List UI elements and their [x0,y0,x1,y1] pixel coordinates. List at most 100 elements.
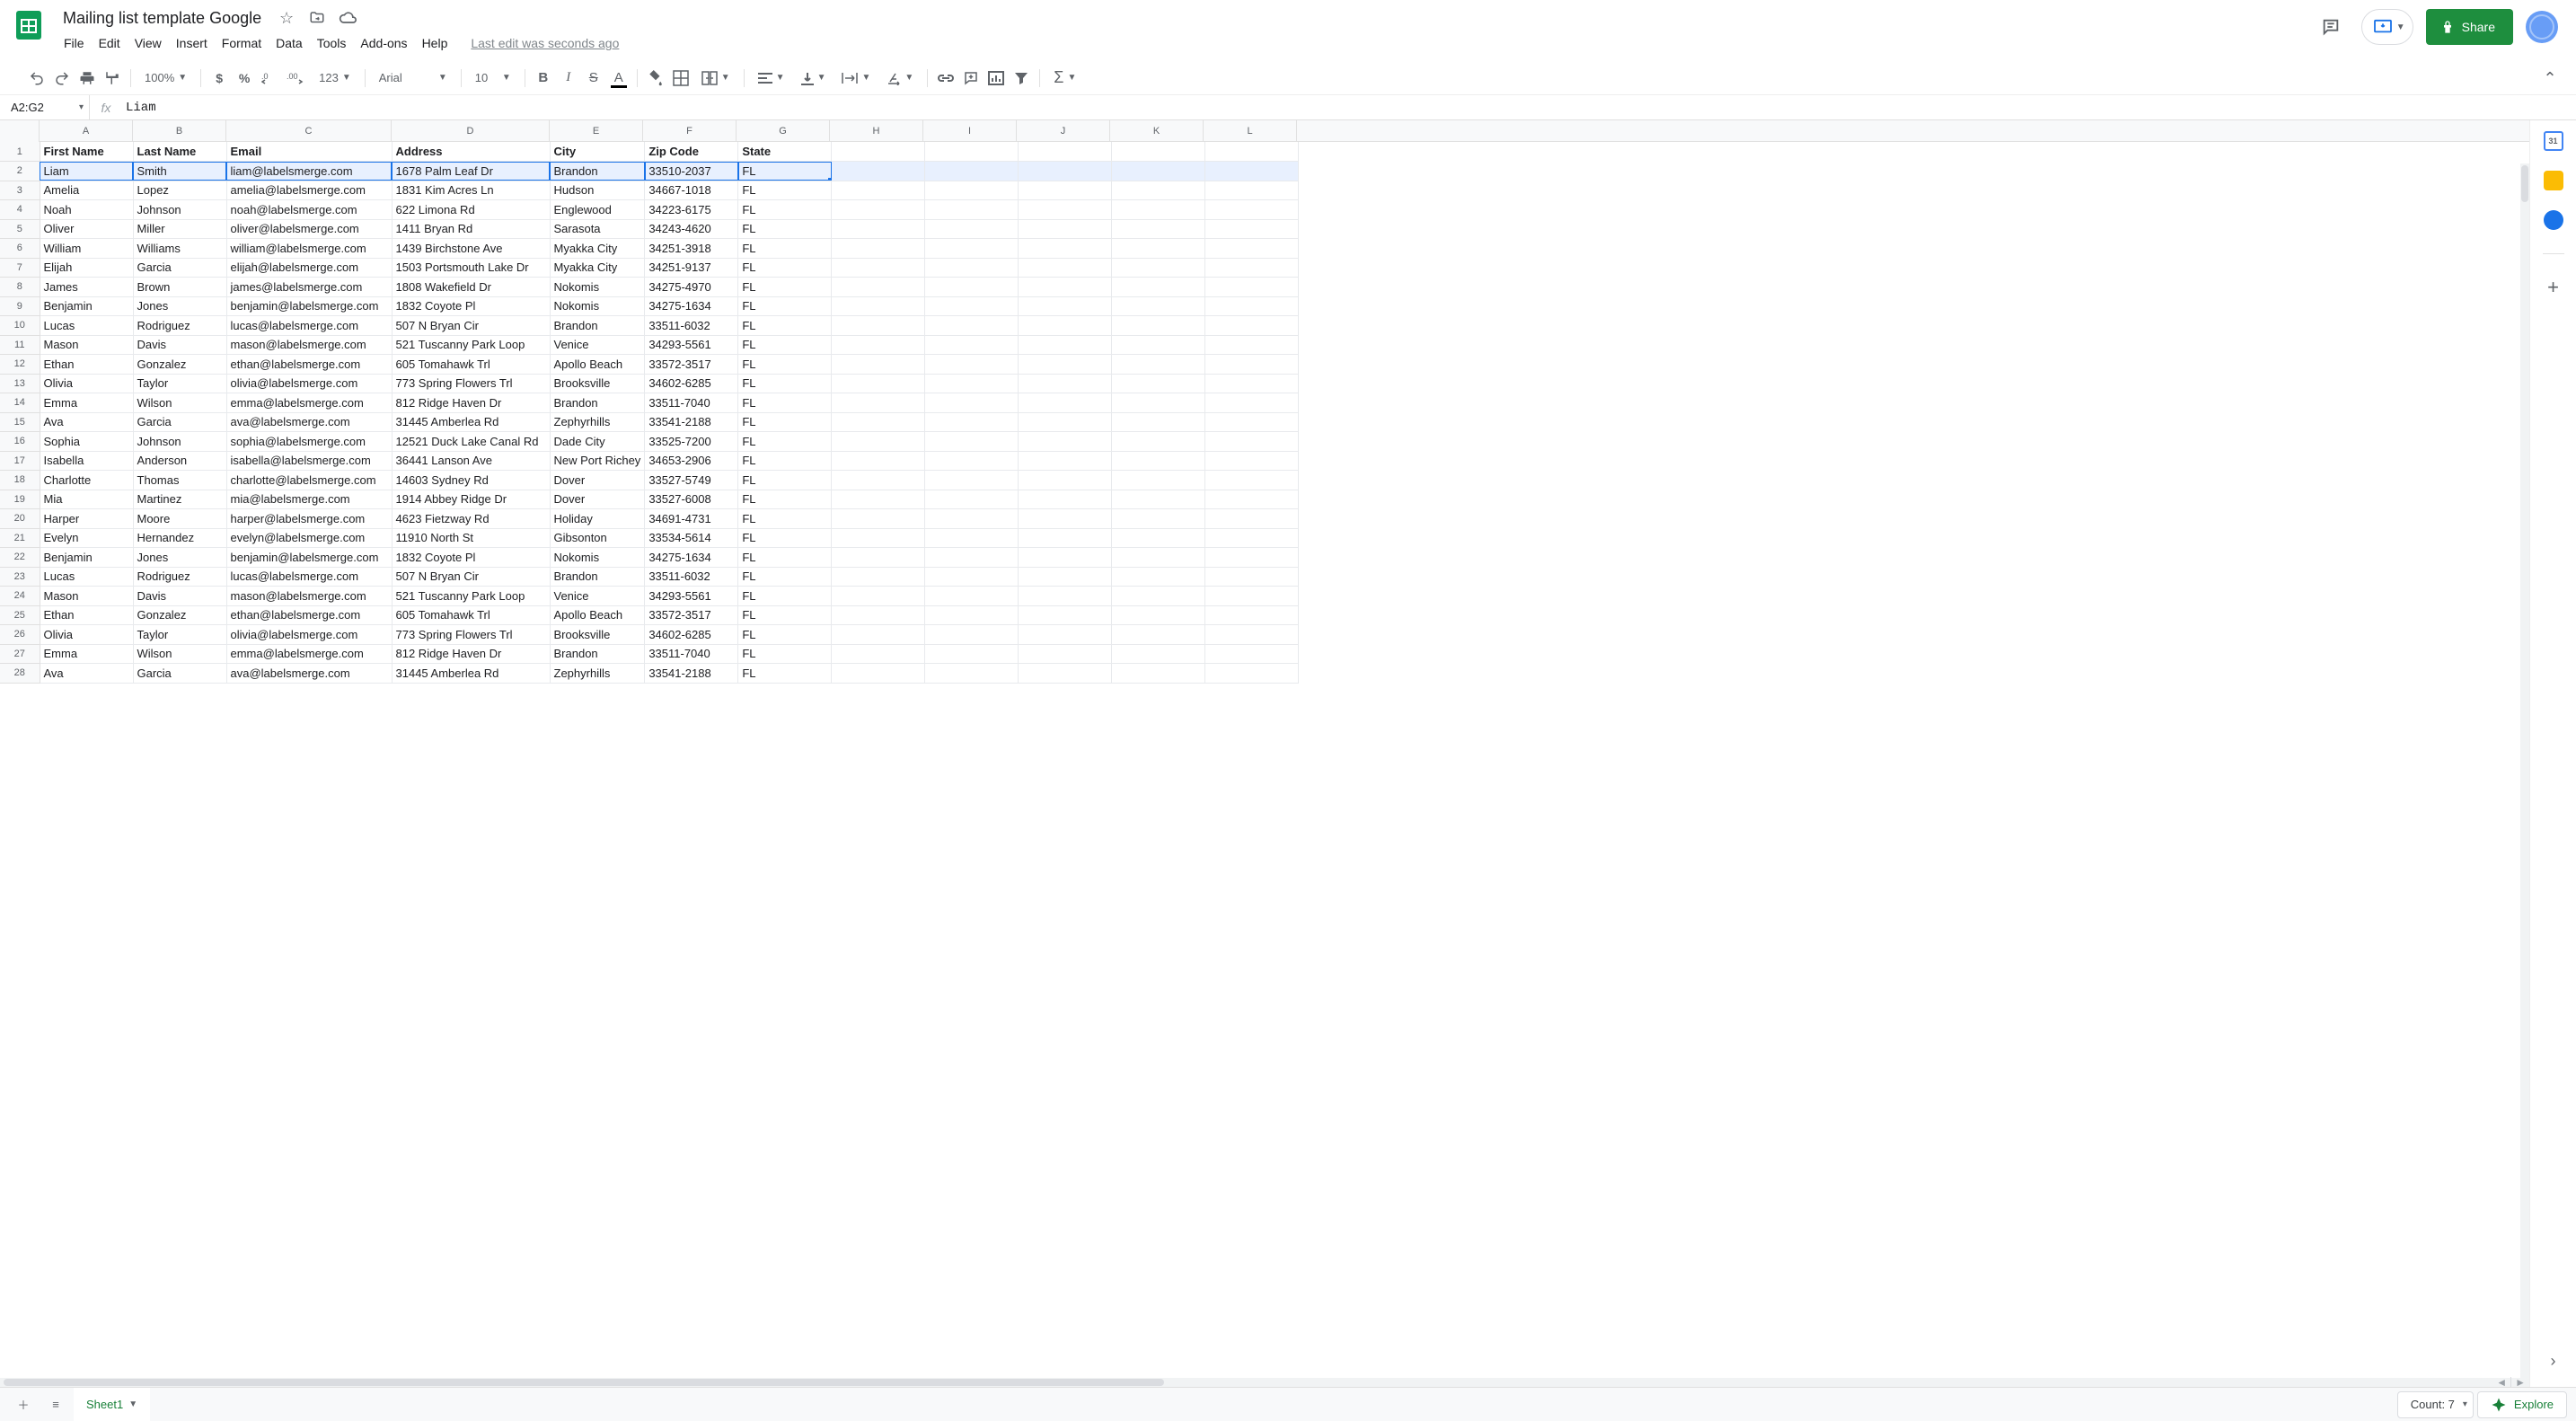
cell[interactable] [832,162,925,181]
row-header[interactable]: 6 [0,239,40,259]
cell[interactable]: Evelyn [40,528,133,548]
cell[interactable]: 1678 Palm Leaf Dr [392,162,550,181]
cell[interactable] [1019,278,1112,297]
cell[interactable]: Hudson [550,181,645,200]
cell[interactable] [1112,432,1205,452]
calendar-addon-icon[interactable] [2544,131,2563,151]
cell[interactable] [1112,471,1205,490]
cell[interactable]: Zip Code [645,142,738,162]
present-button[interactable]: ▼ [2361,9,2413,45]
cell[interactable]: noah@labelsmerge.com [226,200,392,220]
cell[interactable] [1019,587,1112,606]
cell[interactable] [925,258,1019,278]
cell[interactable] [832,548,925,568]
cell[interactable]: Mason [40,587,133,606]
selection-summary[interactable]: Count: 7 [2397,1391,2474,1418]
cell[interactable]: Benjamin [40,296,133,316]
cell[interactable]: Emma [40,644,133,664]
cell[interactable]: Brandon [550,644,645,664]
cell[interactable]: 34275-1634 [645,296,738,316]
create-filter-icon[interactable] [1010,66,1033,90]
cell[interactable] [1205,471,1299,490]
cell[interactable] [925,548,1019,568]
text-color-icon[interactable]: A [607,66,631,90]
cell[interactable]: James [40,278,133,297]
cell[interactable] [925,664,1019,684]
column-header[interactable]: E [550,120,643,141]
cell[interactable]: FL [738,605,832,625]
cell[interactable]: FL [738,471,832,490]
select-all-corner[interactable] [0,120,40,142]
cell[interactable] [832,239,925,259]
cell[interactable]: 11910 North St [392,528,550,548]
cell[interactable]: FL [738,528,832,548]
formula-input[interactable] [122,95,2576,119]
cell[interactable]: Garcia [133,412,226,432]
cell[interactable] [1205,181,1299,200]
cell[interactable]: Isabella [40,451,133,471]
cell[interactable]: 34602-6285 [645,374,738,393]
cell[interactable]: Brandon [550,316,645,336]
cell[interactable]: Ava [40,664,133,684]
cell[interactable]: 4623 Fietzway Rd [392,509,550,529]
cell[interactable]: 521 Tuscanny Park Loop [392,335,550,355]
cell[interactable]: William [40,239,133,259]
cell[interactable]: Apollo Beach [550,605,645,625]
cell[interactable]: 34691-4731 [645,509,738,529]
text-wrap-icon[interactable]: ▼ [834,66,878,90]
cell[interactable]: elijah@labelsmerge.com [226,258,392,278]
cell[interactable] [1112,258,1205,278]
cell[interactable]: olivia@labelsmerge.com [226,374,392,393]
cell[interactable] [1019,162,1112,181]
cell[interactable] [832,355,925,375]
name-box[interactable]: A2:G2 [0,95,90,119]
cell[interactable] [1019,142,1112,162]
row-header[interactable]: 1 [0,142,40,162]
cell[interactable]: FL [738,296,832,316]
row-header[interactable]: 26 [0,625,40,645]
cell[interactable]: 33511-7040 [645,644,738,664]
cell[interactable] [832,335,925,355]
menu-view[interactable]: View [128,32,168,54]
cell[interactable]: Nokomis [550,278,645,297]
menu-addons[interactable]: Add-ons [354,32,413,54]
cell[interactable] [1019,432,1112,452]
cell[interactable] [1112,296,1205,316]
cell[interactable] [1019,200,1112,220]
star-icon[interactable]: ☆ [278,9,296,27]
cell[interactable]: ethan@labelsmerge.com [226,605,392,625]
cell[interactable]: City [550,142,645,162]
cell[interactable]: FL [738,412,832,432]
cell[interactable] [1112,142,1205,162]
cell[interactable] [925,471,1019,490]
cell[interactable] [832,200,925,220]
cell[interactable]: 33510-2037 [645,162,738,181]
cell[interactable]: Harper [40,509,133,529]
row-header[interactable]: 18 [0,471,40,490]
cell[interactable]: Jones [133,548,226,568]
cell[interactable]: evelyn@labelsmerge.com [226,528,392,548]
cell[interactable]: 1808 Wakefield Dr [392,278,550,297]
cell[interactable]: Wilson [133,393,226,413]
row-header[interactable]: 17 [0,451,40,471]
cell[interactable]: 812 Ridge Haven Dr [392,393,550,413]
cell[interactable]: Gonzalez [133,605,226,625]
menu-edit[interactable]: Edit [93,32,127,54]
cell[interactable] [1205,644,1299,664]
cell[interactable]: Ethan [40,605,133,625]
cell[interactable]: charlotte@labelsmerge.com [226,471,392,490]
cell[interactable]: Brandon [550,162,645,181]
cell[interactable] [1019,296,1112,316]
cell[interactable] [832,316,925,336]
cell[interactable]: First Name [40,142,133,162]
insert-link-icon[interactable] [934,66,957,90]
cell[interactable] [925,509,1019,529]
cell[interactable]: Ava [40,412,133,432]
cell[interactable]: 34653-2906 [645,451,738,471]
cell[interactable]: 12521 Duck Lake Canal Rd [392,432,550,452]
number-format-select[interactable]: 123▼ [312,66,358,90]
cell[interactable]: Dade City [550,432,645,452]
cell[interactable]: 33525-7200 [645,432,738,452]
row-header[interactable]: 28 [0,664,40,684]
cell[interactable] [832,451,925,471]
